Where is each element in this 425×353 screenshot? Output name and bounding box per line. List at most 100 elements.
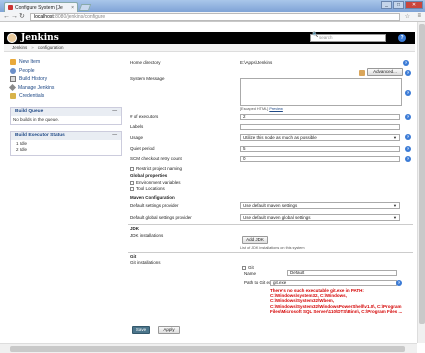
back-arrow-icon[interactable]: ← <box>3 13 10 21</box>
edit-icon[interactable] <box>359 70 365 76</box>
environment-variables-checkbox[interactable]: Environment variables <box>130 180 181 185</box>
url-field[interactable]: localhost:8080/jenkins/configure <box>30 13 400 21</box>
default-settings-selected: Use default maven settings <box>243 203 298 208</box>
executors-input[interactable]: 2 <box>240 114 400 120</box>
scm-retry-label: SCM checkout retry count <box>130 156 182 161</box>
executors-label: # of executors <box>130 114 159 119</box>
help-icon[interactable]: ? <box>405 156 411 162</box>
search-icon: 🔍 <box>312 32 319 38</box>
git-path-error: There's no such executable git.exe in PA… <box>270 288 403 314</box>
help-icon[interactable]: ? <box>405 134 411 140</box>
minimize-button[interactable]: _ <box>381 1 392 9</box>
help-icon[interactable]: ? <box>405 146 411 152</box>
default-global-settings-select[interactable]: Use default maven global settings ▼ <box>240 214 400 221</box>
help-icon[interactable]: ? <box>405 114 411 120</box>
usage-select[interactable]: Utilize this node as much as possible ▼ <box>240 134 400 141</box>
sidebar-item-label: New Item <box>19 59 41 66</box>
executor-status-title[interactable]: Build Executor Status <box>15 133 65 138</box>
executor-status-header[interactable]: Build Executor Status — <box>11 131 121 140</box>
preview-link[interactable]: Preview <box>269 107 283 111</box>
default-global-selected: Use default maven global settings <box>243 215 311 220</box>
quiet-period-input[interactable]: 5 <box>240 146 400 152</box>
forward-arrow-icon[interactable]: → <box>11 13 18 21</box>
executor-status-panel: Build Executor Status — 1 Idle 2 Idle <box>10 130 122 156</box>
horizontal-scrollbar[interactable] <box>0 343 417 353</box>
git-name-label: Name <box>244 271 257 276</box>
dropdown-arrow-icon: ▼ <box>393 203 397 208</box>
jenkins-logo-icon[interactable] <box>7 33 17 43</box>
system-message-label: System Message <box>130 76 165 81</box>
new-item-icon <box>10 59 16 66</box>
git-installation-checkbox[interactable]: Git <box>242 265 254 270</box>
git-path-input[interactable]: git.exe <box>270 280 397 286</box>
tool-locations-checkbox[interactable]: Tool Locations <box>130 186 165 191</box>
sidebar-item-credentials[interactable]: Credentials <box>10 92 122 101</box>
breadcrumb-separator: » <box>31 45 34 50</box>
help-icon[interactable]: ? <box>405 90 411 96</box>
help-icon[interactable]: ? <box>403 60 409 66</box>
help-icon[interactable]: ? <box>398 34 406 42</box>
default-settings-select[interactable]: Use default maven settings ▼ <box>240 202 400 209</box>
reload-icon[interactable]: ↻ <box>19 13 25 21</box>
build-queue-panel: Build Queue — No builds in the queue. <box>10 106 122 125</box>
global-properties-heading: Global properties <box>130 173 168 178</box>
jenkins-title[interactable]: Jenkins <box>21 32 59 44</box>
usage-selected: Utilize this node as much as possible <box>243 135 317 140</box>
checkbox-icon[interactable] <box>130 180 134 185</box>
tab-close-icon[interactable]: × <box>71 5 74 11</box>
build-queue-title[interactable]: Build Queue <box>15 109 43 114</box>
scrollbar-thumb[interactable] <box>419 24 425 324</box>
home-directory-value: E:\Apps\Jenkins <box>240 60 273 65</box>
restrict-project-naming-checkbox[interactable]: Restrict project naming <box>130 166 182 171</box>
build-queue-header[interactable]: Build Queue — <box>11 107 121 116</box>
help-icon[interactable]: ? <box>405 70 411 76</box>
git-name-input[interactable]: Default <box>287 270 397 276</box>
apply-button[interactable]: Apply <box>158 326 180 334</box>
sidebar-item-build-history[interactable]: Build History <box>10 75 122 84</box>
vertical-scrollbar[interactable] <box>417 22 425 343</box>
sidebar-item-people[interactable]: People <box>10 67 122 76</box>
jdk-installations-label: JDK installations <box>130 233 164 238</box>
labels-input[interactable] <box>240 124 400 130</box>
bookmark-star-icon[interactable]: ☆ <box>405 13 410 20</box>
section-divider <box>128 252 413 253</box>
scm-retry-input[interactable]: 0 <box>240 156 400 162</box>
add-jdk-button[interactable]: Add JDK <box>242 236 268 244</box>
sidebar-item-label: Build History <box>19 76 48 83</box>
jdk-heading: JDK <box>130 226 140 231</box>
restrict-label: Restrict project naming <box>136 166 183 171</box>
search-input[interactable]: search <box>310 34 386 42</box>
build-queue-empty: No builds in the queue. <box>13 116 60 122</box>
checkbox-icon[interactable] <box>130 166 134 171</box>
executor-list: 1 Idle 2 Idle <box>11 140 121 155</box>
advanced-button[interactable]: Advanced... <box>367 68 403 76</box>
executor-row[interactable]: 2 Idle <box>13 147 119 153</box>
save-button[interactable]: Save <box>132 326 150 334</box>
maximize-button[interactable]: □ <box>393 1 404 9</box>
new-tab-button[interactable] <box>78 4 92 11</box>
checkbox-icon[interactable] <box>242 265 246 270</box>
close-window-button[interactable]: ✕ <box>405 1 423 9</box>
escaped-html-note: [Escaped HTML] Preview <box>240 107 283 111</box>
collapse-icon[interactable]: — <box>112 109 117 114</box>
browser-menu-icon[interactable]: ≡ <box>417 13 421 19</box>
git-installations-label: Git installations <box>130 260 161 265</box>
browser-titlebar: Configure System [Je × _ □ ✕ <box>0 0 425 12</box>
default-global-settings-label: Default global settings provider <box>130 215 192 220</box>
sidebar-item-new-item[interactable]: New Item <box>10 58 122 67</box>
scrollbar-thumb[interactable] <box>10 346 405 352</box>
system-message-textarea[interactable] <box>240 78 402 106</box>
browser-tab[interactable]: Configure System [Je × <box>4 2 78 12</box>
tab-title: Configure System [Je <box>15 4 63 11</box>
sidebar-item-label: Credentials <box>19 93 45 100</box>
help-icon[interactable]: ? <box>396 280 402 286</box>
checkbox-icon[interactable] <box>130 186 134 191</box>
url-host: localhost <box>34 14 54 20</box>
sidebar-item-manage-jenkins[interactable]: Manage Jenkins <box>8 84 122 93</box>
collapse-icon[interactable]: — <box>112 133 117 138</box>
breadcrumb-configuration[interactable]: configuration <box>38 45 64 50</box>
breadcrumb-jenkins[interactable]: Jenkins <box>12 45 27 50</box>
quiet-period-label: Quiet period <box>130 146 155 151</box>
usage-label: Usage <box>130 135 144 140</box>
sidebar: New Item People Build History Manage Jen… <box>8 58 122 156</box>
